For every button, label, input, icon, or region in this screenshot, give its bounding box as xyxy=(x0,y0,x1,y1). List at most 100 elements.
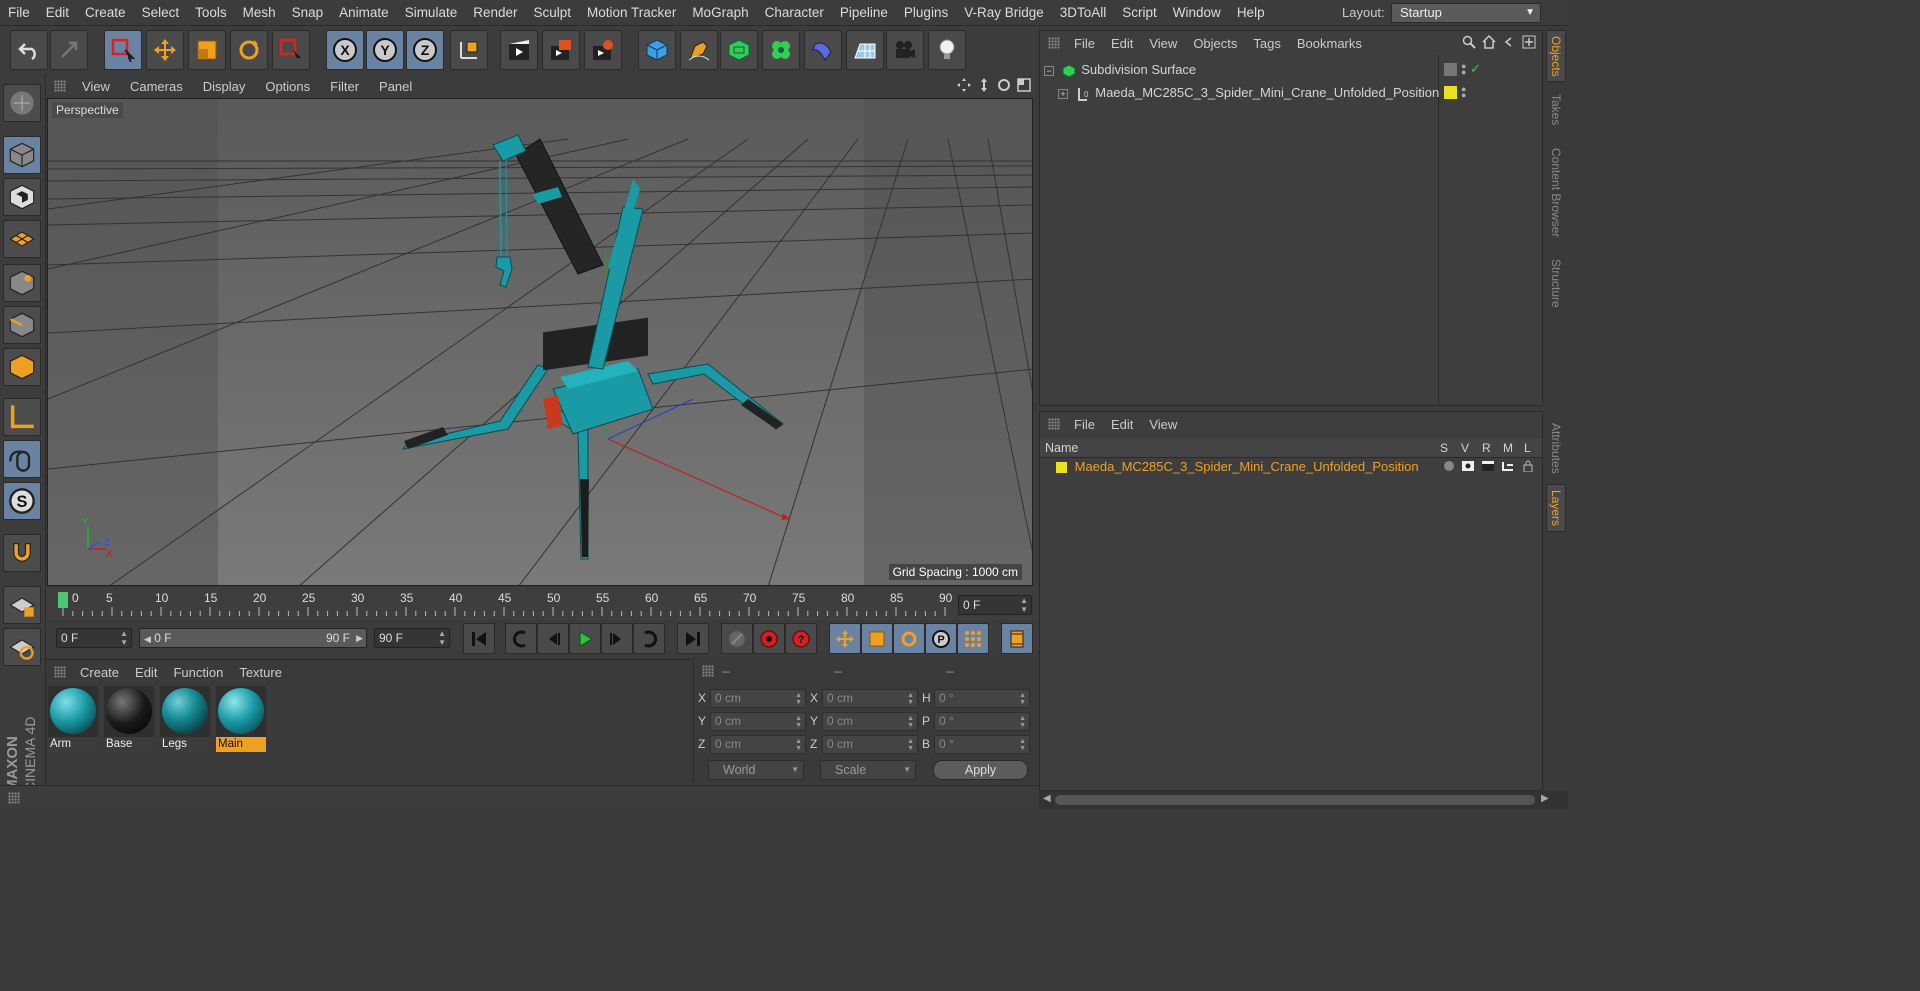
menu-mesh[interactable]: Mesh xyxy=(235,5,284,20)
scale-tool-button[interactable] xyxy=(188,30,226,70)
coord-field-y[interactable]: 0 cm ▲ ▼ xyxy=(710,712,806,731)
snap-button[interactable] xyxy=(3,534,41,572)
edit-render-settings-button[interactable] xyxy=(584,30,622,70)
next-frame-button[interactable] xyxy=(601,623,633,654)
solo-mode-button[interactable]: S xyxy=(3,482,41,520)
back-icon[interactable] xyxy=(1502,35,1516,49)
y-axis-lock-button[interactable]: Y xyxy=(366,30,404,70)
tab-takes[interactable]: Takes xyxy=(1546,86,1566,134)
redo-button[interactable] xyxy=(50,30,88,70)
material-menu-create[interactable]: Create xyxy=(72,665,127,680)
object-menu-view[interactable]: View xyxy=(1141,36,1185,51)
scroll-left-icon[interactable]: ◀ xyxy=(1043,793,1051,804)
record-keys-button[interactable] xyxy=(753,623,785,654)
current-frame-field[interactable]: 0 F ▲ ▼ xyxy=(958,595,1032,615)
max-frame-field[interactable]: 90 F ▲ ▼ xyxy=(374,628,450,648)
points-mode-button[interactable] xyxy=(3,264,41,302)
viewport-menu-panel[interactable]: Panel xyxy=(369,79,422,94)
maximize-view-icon[interactable] xyxy=(1016,77,1032,93)
key-scale-button[interactable] xyxy=(861,623,893,654)
play-forward-button[interactable] xyxy=(569,623,601,654)
material-menu-function[interactable]: Function xyxy=(165,665,231,680)
cloner-button[interactable] xyxy=(762,30,800,70)
layer-col-l[interactable]: L xyxy=(1524,441,1531,455)
floor-button[interactable] xyxy=(846,30,884,70)
texture-mode-button[interactable] xyxy=(3,178,41,216)
render-flag-icon[interactable] xyxy=(1482,461,1494,471)
axis-mode-button[interactable] xyxy=(3,398,41,436)
menu-motion-tracker[interactable]: Motion Tracker xyxy=(579,5,684,20)
menu-tools[interactable]: Tools xyxy=(187,5,235,20)
coord-field-z[interactable]: 0 cm ▲ ▼ xyxy=(822,735,918,754)
solo-flag-icon[interactable] xyxy=(1444,461,1454,471)
tweak-mode-button[interactable] xyxy=(3,440,41,478)
next-key-button[interactable] xyxy=(633,623,665,654)
autokeying-button[interactable]: ? xyxy=(785,623,817,654)
menu-simulate[interactable]: Simulate xyxy=(397,5,466,20)
playhead-marker[interactable] xyxy=(58,592,68,608)
menu-3dtoall[interactable]: 3DToAll xyxy=(1052,5,1115,20)
render-picture-viewer-button[interactable] xyxy=(542,30,580,70)
pen-spline-button[interactable] xyxy=(680,30,718,70)
object-row-subdivision-surface[interactable]: − Subdivision Surface xyxy=(1044,59,1196,81)
workplane-mode-button[interactable] xyxy=(3,220,41,258)
material-swatch-arm[interactable]: Arm xyxy=(48,686,98,752)
lock-flag-icon[interactable] xyxy=(1522,460,1534,472)
x-axis-lock-button[interactable]: X xyxy=(326,30,364,70)
menu-pipeline[interactable]: Pipeline xyxy=(832,5,896,20)
coord-field-x[interactable]: 0 cm ▲ ▼ xyxy=(822,689,918,708)
polygons-mode-button[interactable] xyxy=(3,348,41,386)
viewport-menu-filter[interactable]: Filter xyxy=(320,79,369,94)
menu-select[interactable]: Select xyxy=(134,5,188,20)
apply-button[interactable]: Apply xyxy=(933,760,1028,780)
coord-field-h[interactable]: 0 ° ▲ ▼ xyxy=(934,689,1030,708)
viewport-menu-cameras[interactable]: Cameras xyxy=(120,79,193,94)
z-axis-lock-button[interactable]: Z xyxy=(406,30,444,70)
frame-range-slider[interactable]: ◀ 0 F 90 F ▶ xyxy=(139,628,367,648)
menu-script[interactable]: Script xyxy=(1114,5,1165,20)
scrollbar-thumb[interactable] xyxy=(1055,795,1535,805)
key-position-button[interactable] xyxy=(829,623,861,654)
perspective-viewport[interactable]: Y X Z Perspective Grid Spacing : 1000 cm xyxy=(47,98,1033,586)
edges-mode-button[interactable] xyxy=(3,306,41,344)
layer-col-s[interactable]: S xyxy=(1440,441,1448,455)
rotate-view-icon[interactable] xyxy=(996,77,1012,93)
coord-field-b[interactable]: 0 ° ▲ ▼ xyxy=(934,735,1030,754)
subdivision-layer-tag[interactable] xyxy=(1444,63,1457,76)
manager-flag-icon[interactable] xyxy=(1502,461,1514,471)
material-menu-texture[interactable]: Texture xyxy=(231,665,290,680)
layer-col-v[interactable]: V xyxy=(1461,441,1469,455)
key-pla-button[interactable] xyxy=(957,623,989,654)
new-view-icon[interactable] xyxy=(1522,35,1536,49)
undo-button[interactable] xyxy=(10,30,48,70)
subdivision-surface-button[interactable] xyxy=(720,30,758,70)
recent-tool-button[interactable] xyxy=(272,30,310,70)
timeline-window-button[interactable] xyxy=(1001,623,1033,654)
coord-field-x[interactable]: 0 cm ▲ ▼ xyxy=(710,689,806,708)
tab-content-browser[interactable]: Content Browser xyxy=(1546,138,1566,248)
menu-character[interactable]: Character xyxy=(757,5,832,20)
layout-dropdown[interactable]: Startup ▼ xyxy=(1391,3,1541,23)
search-icon[interactable] xyxy=(1462,35,1476,49)
menu-file[interactable]: File xyxy=(0,5,38,20)
timeline-ruler[interactable]: 0 5 10 15 20 25 30 35 40 45 50 55 60 65 70 75 80 85 90 xyxy=(58,590,952,616)
object-menu-bookmarks[interactable]: Bookmarks xyxy=(1289,36,1370,51)
coord-field-y[interactable]: 0 cm ▲ ▼ xyxy=(822,712,918,731)
live-selection-button[interactable] xyxy=(104,30,142,70)
min-frame-field[interactable]: 0 F ▲ ▼ xyxy=(56,628,132,648)
coordinate-mode-dropdown[interactable]: World ▼ xyxy=(708,760,804,780)
visibility-dots-icon[interactable]: ● ● xyxy=(1461,85,1466,100)
object-menu-tags[interactable]: Tags xyxy=(1245,36,1288,51)
material-swatch-legs[interactable]: Legs xyxy=(160,686,210,752)
pan-view-icon[interactable] xyxy=(956,77,972,93)
scroll-right-icon[interactable]: ▶ xyxy=(1541,793,1549,804)
tab-attributes[interactable]: Attributes xyxy=(1546,415,1566,481)
object-menu-edit[interactable]: Edit xyxy=(1103,36,1141,51)
view-flag-icon[interactable] xyxy=(1462,461,1474,471)
zoom-view-icon[interactable] xyxy=(976,77,992,93)
layer-row-crane[interactable]: Maeda_MC285C_3_Spider_Mini_Crane_Unfolde… xyxy=(1054,456,1419,478)
coordinate-system-button[interactable] xyxy=(450,30,488,70)
object-menu-objects[interactable]: Objects xyxy=(1185,36,1245,51)
prev-frame-button[interactable] xyxy=(537,623,569,654)
menu-snap[interactable]: Snap xyxy=(284,5,332,20)
